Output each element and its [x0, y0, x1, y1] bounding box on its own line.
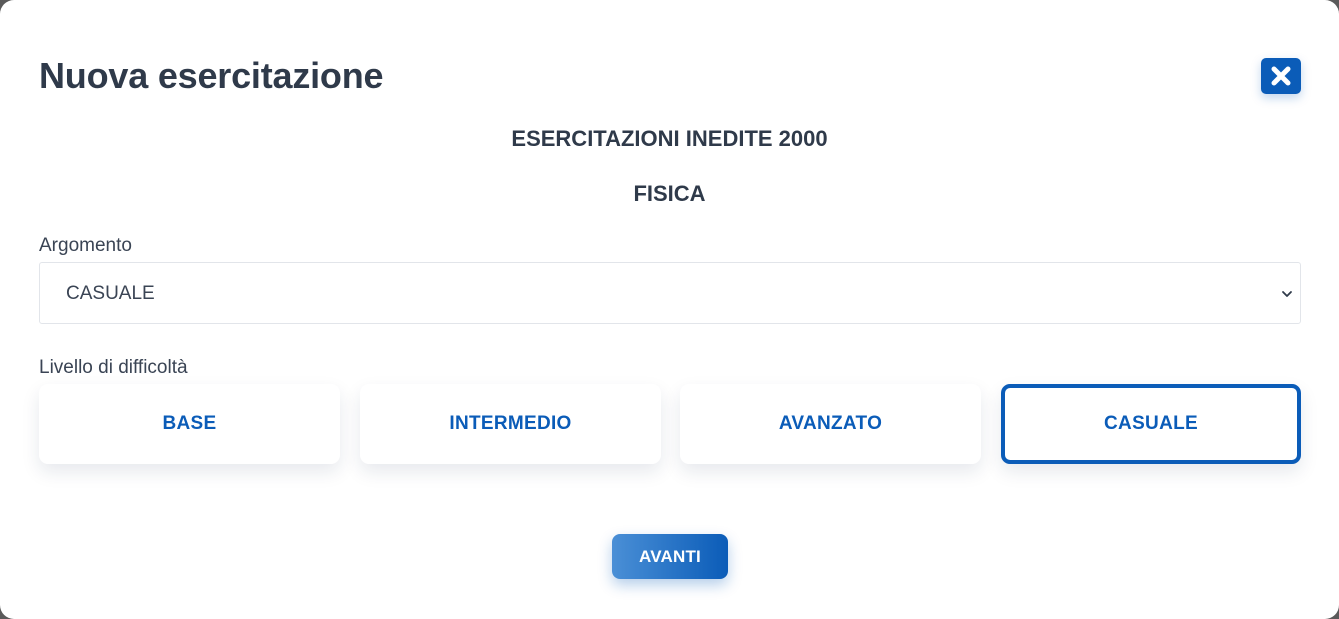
exam-title: ESERCITAZIONI INEDITE 2000 [511, 126, 828, 151]
close-button[interactable] [1261, 58, 1301, 94]
dialog-title: Nuova esercitazione [39, 55, 384, 96]
close-icon [1271, 66, 1291, 86]
topic-select-value: CASUALE [66, 283, 155, 304]
topic-label: Argomento [39, 235, 132, 256]
new-exercise-dialog: Nuova esercitazione ESERCITAZIONI INEDIT… [0, 0, 1339, 619]
difficulty-options: BASE INTERMEDIO AVANZATO CASUALE [39, 384, 1301, 464]
topic-select[interactable]: CASUALE [39, 262, 1301, 324]
next-button[interactable]: AVANTI [612, 534, 728, 579]
chevron-down-icon [1281, 287, 1293, 305]
difficulty-option-casuale[interactable]: CASUALE [1001, 384, 1301, 464]
subject-title: FISICA [633, 181, 706, 206]
difficulty-label: Livello di difficoltà [39, 357, 188, 378]
difficulty-option-avanzato[interactable]: AVANZATO [680, 384, 981, 464]
difficulty-option-intermedio[interactable]: INTERMEDIO [360, 384, 661, 464]
difficulty-option-base[interactable]: BASE [39, 384, 340, 464]
